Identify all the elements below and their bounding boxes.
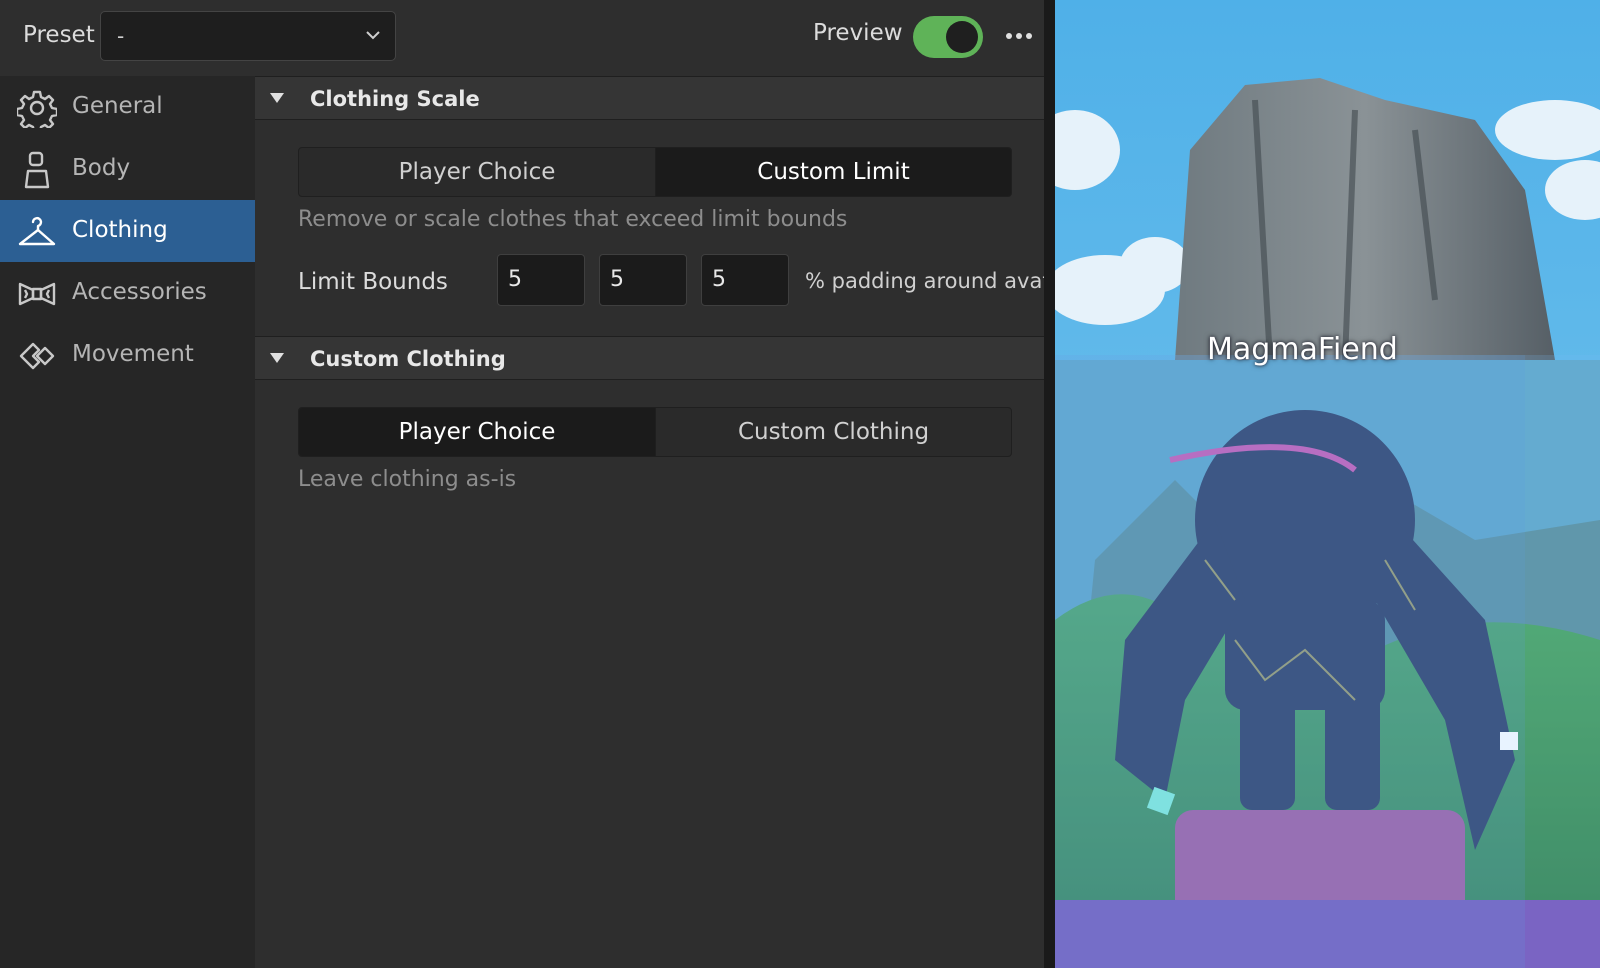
sidebar-item-label: Body [72, 155, 131, 181]
clothing-scale-option-player-choice[interactable]: Player Choice [299, 148, 655, 196]
preset-dropdown[interactable]: - [100, 11, 396, 61]
custom-clothing-option-player-choice[interactable]: Player Choice [299, 408, 655, 456]
limit-bound-x-input[interactable]: 5 [497, 254, 585, 306]
clothing-scale-description: Remove or scale clothes that exceed limi… [298, 207, 848, 232]
avatar-preview-viewport[interactable]: MagmaFiend [1055, 0, 1600, 968]
settings-panel: Clothing Scale Player Choice Custom Limi… [255, 76, 1072, 968]
limit-bound-z-input[interactable]: 5 [701, 254, 789, 306]
movement-icon [19, 342, 55, 370]
sidebar-item-label: Movement [72, 341, 194, 367]
section-title: Custom Clothing [310, 347, 506, 371]
sidebar-item-clothing[interactable]: Clothing [0, 200, 255, 262]
preset-label: Preset [23, 22, 95, 48]
clothing-scale-option-custom-limit[interactable]: Custom Limit [655, 148, 1011, 196]
preview-scene [1055, 0, 1600, 968]
padding-unit-label: % padding around avatar [805, 269, 1073, 293]
preset-value: - [117, 24, 125, 48]
avatar-name-label: MagmaFiend [1207, 332, 1398, 367]
body-icon [24, 151, 50, 189]
limit-bounds-label: Limit Bounds [298, 269, 448, 295]
sidebar-item-label: Clothing [72, 217, 168, 243]
clothing-scale-segmented-control: Player Choice Custom Limit [298, 147, 1012, 197]
collapse-triangle-icon [270, 353, 284, 363]
more-options-icon[interactable] [1005, 24, 1033, 48]
panel-divider [1044, 0, 1055, 968]
custom-clothing-header[interactable]: Custom Clothing [255, 336, 1055, 380]
hanger-icon [18, 216, 56, 246]
custom-clothing-description: Leave clothing as-is [298, 467, 517, 492]
collapse-triangle-icon [270, 93, 284, 103]
chevron-down-icon [366, 31, 380, 40]
gear-icon [17, 90, 57, 128]
sidebar-item-label: Accessories [72, 279, 207, 305]
sidebar: General Body Clothing Accessories Moveme… [0, 76, 255, 968]
section-title: Clothing Scale [310, 87, 480, 111]
sidebar-item-movement[interactable]: Movement [0, 324, 255, 386]
sidebar-item-body[interactable]: Body [0, 138, 255, 200]
limit-bound-y-input[interactable]: 5 [599, 254, 687, 306]
clothing-scale-header[interactable]: Clothing Scale [255, 76, 1055, 120]
toggle-knob [946, 21, 978, 53]
bow-icon [18, 282, 56, 306]
sidebar-item-accessories[interactable]: Accessories [0, 262, 255, 324]
sidebar-item-general[interactable]: General [0, 76, 255, 138]
top-bar: Preset - Preview [0, 0, 1055, 76]
preview-label: Preview [813, 20, 903, 46]
custom-clothing-segmented-control: Player Choice Custom Clothing [298, 407, 1012, 457]
preview-toggle[interactable] [913, 16, 983, 58]
custom-clothing-option-custom-clothing[interactable]: Custom Clothing [655, 408, 1011, 456]
sidebar-item-label: General [72, 93, 163, 119]
